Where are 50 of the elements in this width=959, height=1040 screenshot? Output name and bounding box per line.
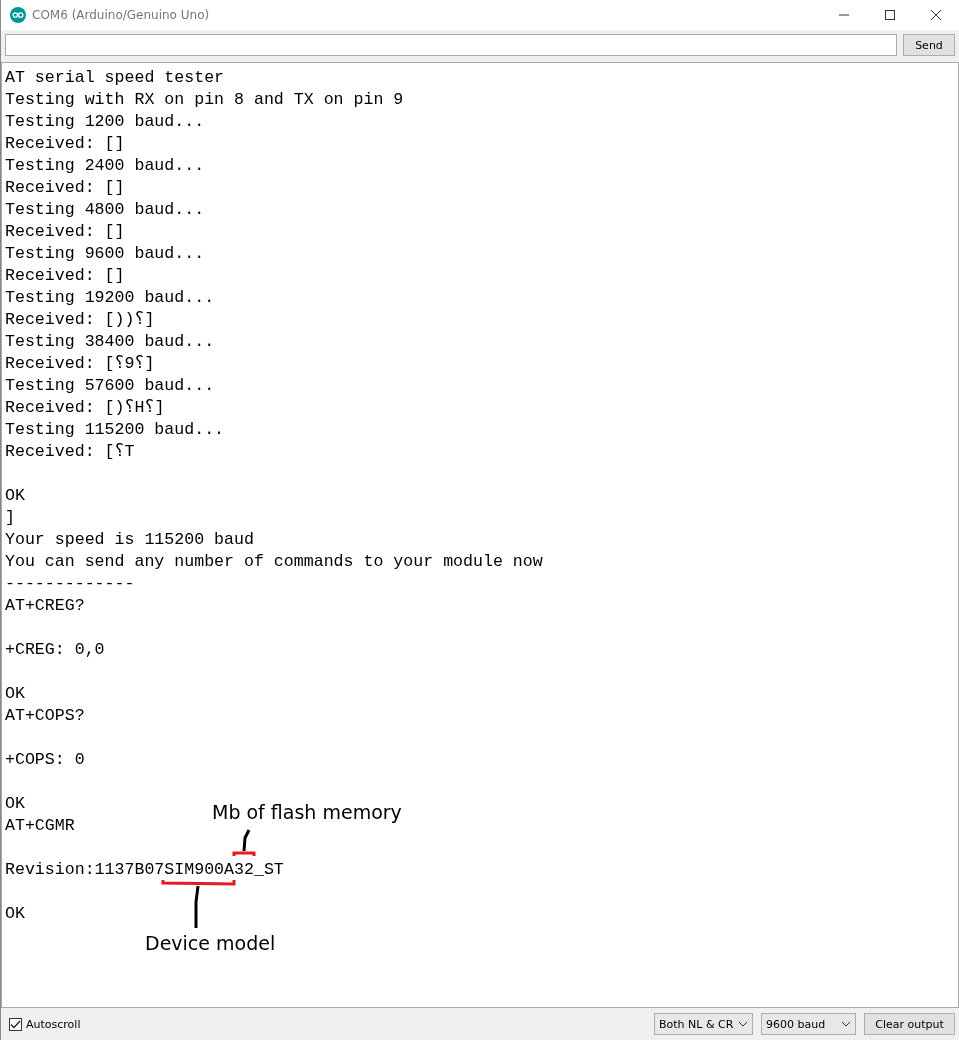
output-line: Received: [))؟]	[5, 309, 155, 331]
output-line: Received: [؟T	[5, 441, 135, 463]
output-line: Testing 38400 baud...	[5, 331, 215, 353]
output-line: AT+CGMR	[5, 815, 75, 837]
output-line: Received: [)؟H؟]	[5, 397, 165, 419]
output-line: AT serial speed tester	[5, 67, 225, 89]
output-line: Testing 1200 baud...	[5, 111, 205, 133]
line-ending-dropdown[interactable]: Both NL & CR	[654, 1013, 753, 1035]
chevron-down-icon	[738, 1021, 748, 1027]
annotation-label: Device model	[145, 932, 276, 954]
output-line: Testing 2400 baud...	[5, 155, 205, 177]
output-line: OK	[5, 485, 25, 507]
clear-output-button[interactable]: Clear output	[864, 1013, 955, 1035]
output-line: -------------	[5, 573, 135, 595]
output-line: +COPS: 0	[5, 749, 85, 771]
baud-rate-dropdown[interactable]: 9600 baud	[761, 1013, 856, 1035]
autoscroll-checkbox[interactable]	[9, 1017, 22, 1031]
output-line: Testing 57600 baud...	[5, 375, 215, 397]
output-line: AT+COPS?	[5, 705, 85, 727]
input-field[interactable]	[5, 34, 897, 56]
send-button[interactable]: Send	[903, 34, 955, 56]
close-icon[interactable]	[930, 9, 942, 21]
output-line: AT+CREG?	[5, 595, 85, 617]
leader-line	[194, 885, 200, 928]
autoscroll-label: Autoscroll	[26, 1017, 81, 1031]
output-line: Revision:1137B07SIM900A32_ST	[5, 859, 284, 881]
output-line: Received: []	[5, 133, 125, 155]
output-line: Received: []	[5, 221, 125, 243]
output-line: Testing 19200 baud...	[5, 287, 215, 309]
output-line: Received: []	[5, 177, 125, 199]
annotation-label: Mb of flash memory	[212, 801, 402, 823]
leader-line	[242, 829, 251, 852]
output-line: Received: [؟9؟]	[5, 353, 155, 375]
app-logo-icon	[10, 7, 26, 23]
output-line: Testing 9600 baud...	[5, 243, 205, 265]
output-line: OK	[5, 683, 25, 705]
output-line: Received: []	[5, 265, 125, 287]
output-line: Your speed is 115200 baud	[5, 529, 254, 551]
output-line: Testing 4800 baud...	[5, 199, 205, 221]
output-line: +CREG: 0,0	[5, 639, 105, 661]
bracket-mark	[232, 851, 256, 856]
output-line: You can send any number of commands to your module now	[5, 551, 543, 573]
window-title: COM6 (Arduino/Genuino Uno)	[32, 8, 210, 22]
chevron-down-icon	[841, 1021, 851, 1027]
maximize-icon[interactable]	[884, 9, 896, 21]
output-line: OK	[5, 903, 25, 925]
output-line: Testing 115200 baud...	[5, 419, 225, 441]
output-line: OK	[5, 793, 25, 815]
output-line: Testing with RX on pin 8 and TX on pin 9	[5, 89, 404, 111]
output-line: ]	[5, 507, 15, 529]
